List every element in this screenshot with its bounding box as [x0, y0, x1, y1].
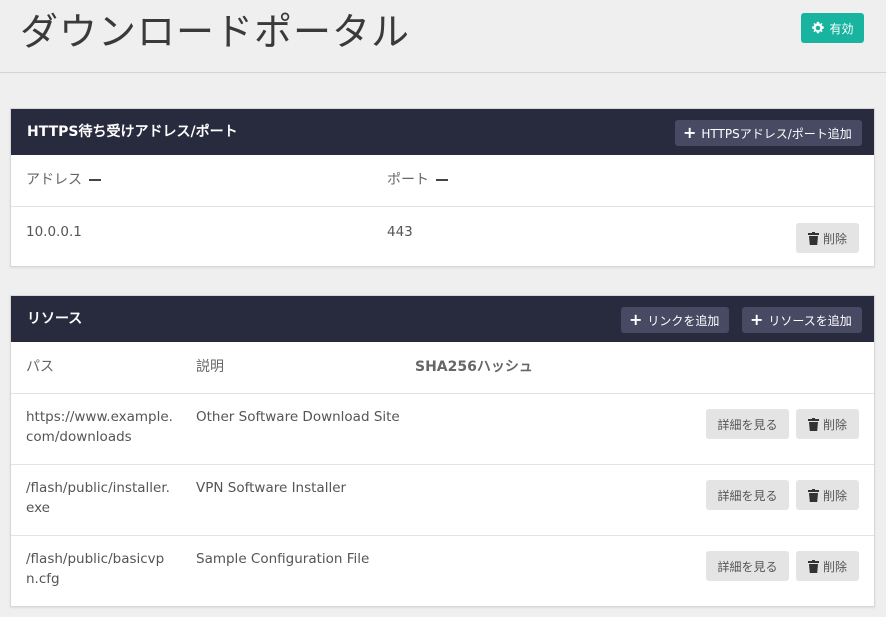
view-details-button[interactable]: 詳細を見る	[706, 480, 789, 510]
resource-path: https://www.example. com/downloads	[26, 409, 173, 445]
table-row: https://www.example. com/downloads Other…	[11, 394, 874, 465]
column-header-address[interactable]: アドレス	[26, 170, 101, 190]
plus-icon: +	[750, 310, 764, 329]
trash-icon	[807, 231, 819, 245]
https-table-header: アドレス ポート	[11, 155, 874, 207]
resource-description: VPN Software Installer	[196, 480, 347, 496]
add-https-address-label: HTTPSアドレス/ポート追加	[701, 126, 852, 141]
page-header: ダウンロードポータル 有効	[0, 0, 886, 73]
resource-description: Other Software Download Site	[196, 409, 400, 425]
trash-icon	[807, 559, 819, 573]
table-row: 10.0.0.1 443 削除	[11, 207, 874, 267]
resource-path: /flash/public/installer. exe	[26, 480, 170, 516]
address-value: 10.0.0.1	[26, 224, 82, 240]
https-panel-header: HTTPS待ち受けアドレス/ポート + HTTPSアドレス/ポート追加	[11, 109, 874, 155]
resources-table-header: パス 説明 SHA256ハッシュ	[11, 342, 874, 394]
https-listen-panel: HTTPS待ち受けアドレス/ポート + HTTPSアドレス/ポート追加 アドレス…	[10, 108, 875, 267]
add-resource-button[interactable]: + リソースを追加	[742, 307, 862, 333]
resource-description: Sample Configuration File	[196, 551, 370, 567]
trash-icon	[807, 417, 819, 431]
resources-panel-header: リソース + リンクを追加 + リソースを追加	[11, 296, 874, 342]
table-row: /flash/public/basicvp n.cfg Sample Confi…	[11, 536, 874, 607]
resource-path: /flash/public/basicvp n.cfg	[26, 551, 165, 587]
column-header-path: パス	[26, 359, 54, 375]
column-header-description: 説明	[196, 359, 224, 375]
resources-panel: リソース + リンクを追加 + リソースを追加 パス 説明 SHA256ハッシュ…	[10, 295, 875, 607]
column-header-hash: SHA256ハッシュ	[415, 359, 533, 375]
table-row: /flash/public/installer. exe VPN Softwar…	[11, 465, 874, 536]
add-link-label: リンクを追加	[647, 313, 720, 328]
delete-button[interactable]: 削除	[796, 223, 859, 253]
delete-button[interactable]: 削除	[796, 480, 859, 510]
column-header-port[interactable]: ポート	[387, 170, 448, 190]
port-value: 443	[387, 224, 413, 240]
resources-panel-title: リソース	[27, 311, 83, 327]
delete-button[interactable]: 削除	[796, 551, 859, 581]
add-https-address-button[interactable]: + HTTPSアドレス/ポート追加	[675, 120, 862, 146]
sort-icon	[89, 179, 101, 181]
enable-button[interactable]: 有効	[801, 13, 864, 43]
delete-button[interactable]: 削除	[796, 409, 859, 439]
trash-icon	[807, 488, 819, 502]
enable-button-label: 有効	[829, 21, 854, 36]
page-title: ダウンロードポータル	[20, 10, 411, 54]
add-link-button[interactable]: + リンクを追加	[621, 307, 730, 333]
view-details-button[interactable]: 詳細を見る	[706, 551, 789, 581]
sort-icon	[436, 179, 448, 181]
gear-icon	[812, 21, 825, 34]
plus-icon: +	[629, 310, 643, 329]
https-panel-title: HTTPS待ち受けアドレス/ポート	[27, 124, 238, 140]
plus-icon: +	[683, 123, 697, 142]
view-details-button[interactable]: 詳細を見る	[706, 409, 789, 439]
add-resource-label: リソースを追加	[768, 313, 852, 328]
